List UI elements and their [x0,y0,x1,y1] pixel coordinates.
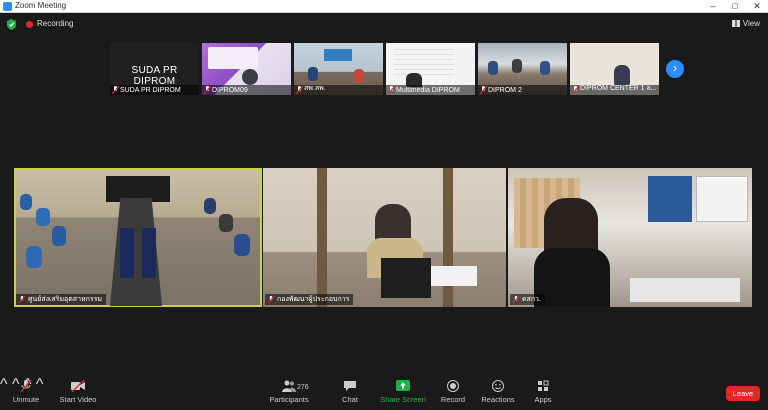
recording-icon [26,21,33,28]
tile-name: ดสกว. [522,296,541,303]
tile-name: กองพัฒนาผู้ประกอบการ [277,296,350,303]
video-tile-2[interactable]: กองพัฒนาผู้ประกอบการ [263,168,506,307]
muted-mic-icon [296,86,303,94]
participants-icon [282,380,296,392]
window-titlebar: Zoom Meeting – ▢ ✕ [0,0,768,13]
start-video-button[interactable]: Start Video [48,380,108,404]
view-label: View [742,19,760,28]
participants-button[interactable]: Participants 276 [259,380,319,404]
thumbnail-name-bar: SUDA PR DIPROM [110,85,199,95]
shield-icon[interactable] [7,19,16,30]
chat-icon [344,381,356,391]
grid-view-icon [731,20,740,27]
muted-mic-icon [204,86,211,94]
thumbnail-name: DIPROM 2 [488,87,522,94]
muted-mic-icon [112,86,119,94]
zoom-app-icon [3,2,12,11]
tile-name: ศูนย์ส่งเสริมอุตสาหกรรม [28,296,102,303]
tile-name-bar: ดสกว. [510,294,545,305]
thumbnail-5[interactable]: DIPROM 2 [478,43,567,95]
thumbnail-name: DIPROM09 [212,87,248,94]
share-screen-icon [396,380,410,391]
minimize-button[interactable]: – [702,0,724,13]
muted-mic-icon [388,86,395,94]
record-icon [447,380,459,392]
muted-mic-icon [480,86,487,94]
thumbnail-name-bar: DIPROM CENTER 1 ล... [570,85,659,95]
muted-mic-icon [572,86,579,94]
thumbnail-name-bar: สพ.ลพ. [294,85,383,95]
meeting-topbar: Recording View [0,14,768,36]
thumbnail-name: SUDA PR DIPROM [120,87,181,94]
view-button[interactable]: View [731,19,760,28]
chat-label: Chat [342,395,358,404]
thumbnail-2[interactable]: DIPROM09 [202,43,291,95]
chevron-right-icon[interactable]: › [666,60,684,78]
apps-label: Apps [534,395,552,404]
reactions-label: Reactions [481,395,515,404]
thumbnail-3[interactable]: สพ.ลพ. [294,43,383,95]
recording-label: Recording [37,19,74,28]
muted-mic-icon [513,296,519,303]
share-screen-label: Share Screen [380,395,426,404]
maximize-button[interactable]: ▢ [724,0,746,13]
thumbnail-1[interactable]: SUDA PR DIPROM SUDA PR DIPROM [110,43,199,95]
apps-icon [538,380,549,391]
thumbnail-6[interactable]: DIPROM CENTER 1 ล... [570,43,659,95]
thumbnail-name: DIPROM CENTER 1 ล... [580,85,657,92]
video-tile-1[interactable]: ศูนย์ส่งเสริมอุตสาหกรรม [14,168,262,307]
thumbnail-big-name: SUDA PR DIPROM [131,65,178,87]
meeting-toolbar: Unmute ^ Start Video ^ Participants 276 … [0,376,768,410]
unmute-label: Unmute [12,395,40,404]
start-video-label: Start Video [59,395,97,404]
thumbnail-name-bar: DIPROM 2 [478,85,567,95]
thumbnail-4[interactable]: Multimedia DIPROM [386,43,475,95]
participants-label: Participants [269,395,309,404]
video-tile-3[interactable]: ดสกว. [508,168,752,307]
muted-mic-icon [20,380,32,392]
tile-name-bar: กองพัฒนาผู้ประกอบการ [265,294,354,305]
leave-button[interactable]: Leave [726,386,760,401]
muted-mic-icon [19,296,25,303]
video-off-icon [71,380,85,392]
thumbnail-name-bar: Multimedia DIPROM [386,85,475,95]
tile-name-bar: ศูนย์ส่งเสริมอุตสาหกรรม [16,294,106,305]
close-button[interactable]: ✕ [746,0,768,13]
muted-mic-icon [268,296,274,303]
apps-button[interactable]: Apps [513,380,573,404]
participant-thumbnail-strip: SUDA PR DIPROM SUDA PR DIPROM DIPROM09 ส… [110,43,659,95]
window-title: Zoom Meeting [15,1,67,10]
thumbnail-name-bar: DIPROM09 [202,85,291,95]
thumbnail-name: Multimedia DIPROM [396,87,460,94]
chat-button[interactable]: Chat [320,380,380,404]
participants-count: 276 [297,384,309,391]
record-label: Record [440,395,466,404]
thumbnail-name: สพ.ลพ. [304,85,326,92]
reactions-icon [492,380,504,392]
